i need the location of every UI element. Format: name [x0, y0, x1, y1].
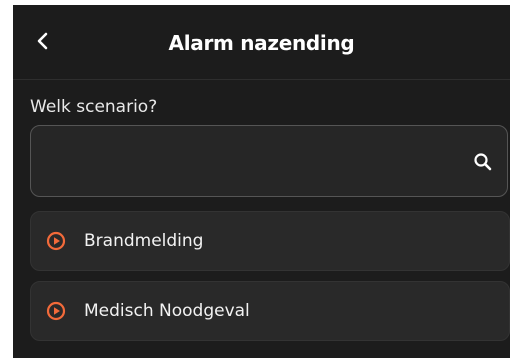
header-bar: Alarm nazending: [13, 5, 510, 80]
search-icon[interactable]: [473, 152, 493, 172]
list-item-label: Brandmelding: [84, 231, 204, 251]
play-circle-icon: [46, 231, 66, 251]
search-input[interactable]: [43, 126, 457, 198]
list-item-label: Medisch Noodgeval: [84, 301, 250, 321]
scenario-label: Welk scenario?: [30, 97, 158, 117]
scenario-search-field[interactable]: [30, 125, 508, 198]
list-item-brandmelding[interactable]: Brandmelding: [30, 211, 510, 271]
page-title: Alarm nazending: [168, 31, 355, 55]
list-item-medisch-noodgeval[interactable]: Medisch Noodgeval: [30, 281, 510, 341]
app-screen: Alarm nazending Welk scenario? Brandmeld…: [13, 5, 510, 358]
play-circle-icon: [46, 301, 66, 321]
